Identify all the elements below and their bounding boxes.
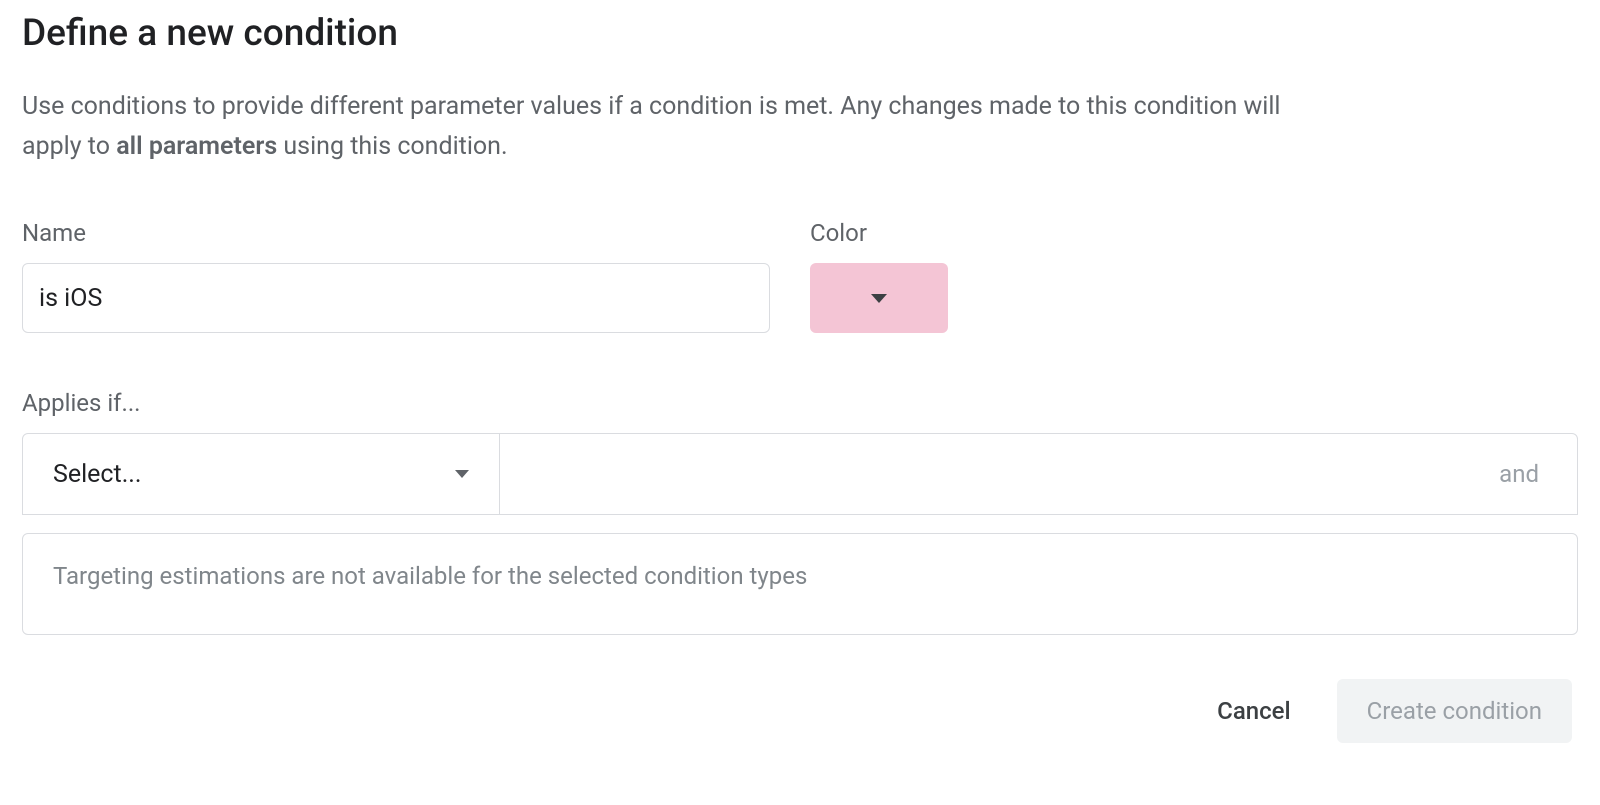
caret-down-icon <box>871 294 887 303</box>
select-placeholder: Select... <box>53 460 141 489</box>
cancel-button[interactable]: Cancel <box>1209 681 1298 741</box>
description-bold: all parameters <box>116 132 277 161</box>
create-condition-button[interactable]: Create condition <box>1337 679 1572 743</box>
form-row: Name Color <box>22 219 1578 333</box>
color-label: Color <box>810 219 948 247</box>
applies-label: Applies if... <box>22 389 1578 417</box>
caret-down-icon <box>455 470 469 478</box>
condition-value-area[interactable]: and <box>500 434 1577 514</box>
button-row: Cancel Create condition <box>22 679 1578 743</box>
description-suffix: using this condition. <box>277 132 507 161</box>
applies-section: Applies if... Select... and <box>22 389 1578 515</box>
color-selector[interactable] <box>810 263 948 333</box>
condition-row: Select... and <box>22 433 1578 515</box>
name-field-group: Name <box>22 219 770 333</box>
and-label: and <box>1499 460 1539 488</box>
name-label: Name <box>22 219 770 247</box>
condition-select[interactable]: Select... <box>23 434 500 514</box>
estimation-message: Targeting estimations are not available … <box>53 562 807 590</box>
name-input[interactable] <box>22 263 770 333</box>
color-field-group: Color <box>810 219 948 333</box>
dialog-title: Define a new condition <box>22 12 1578 55</box>
dialog-description: Use conditions to provide different para… <box>22 87 1302 167</box>
estimation-box: Targeting estimations are not available … <box>22 533 1578 635</box>
